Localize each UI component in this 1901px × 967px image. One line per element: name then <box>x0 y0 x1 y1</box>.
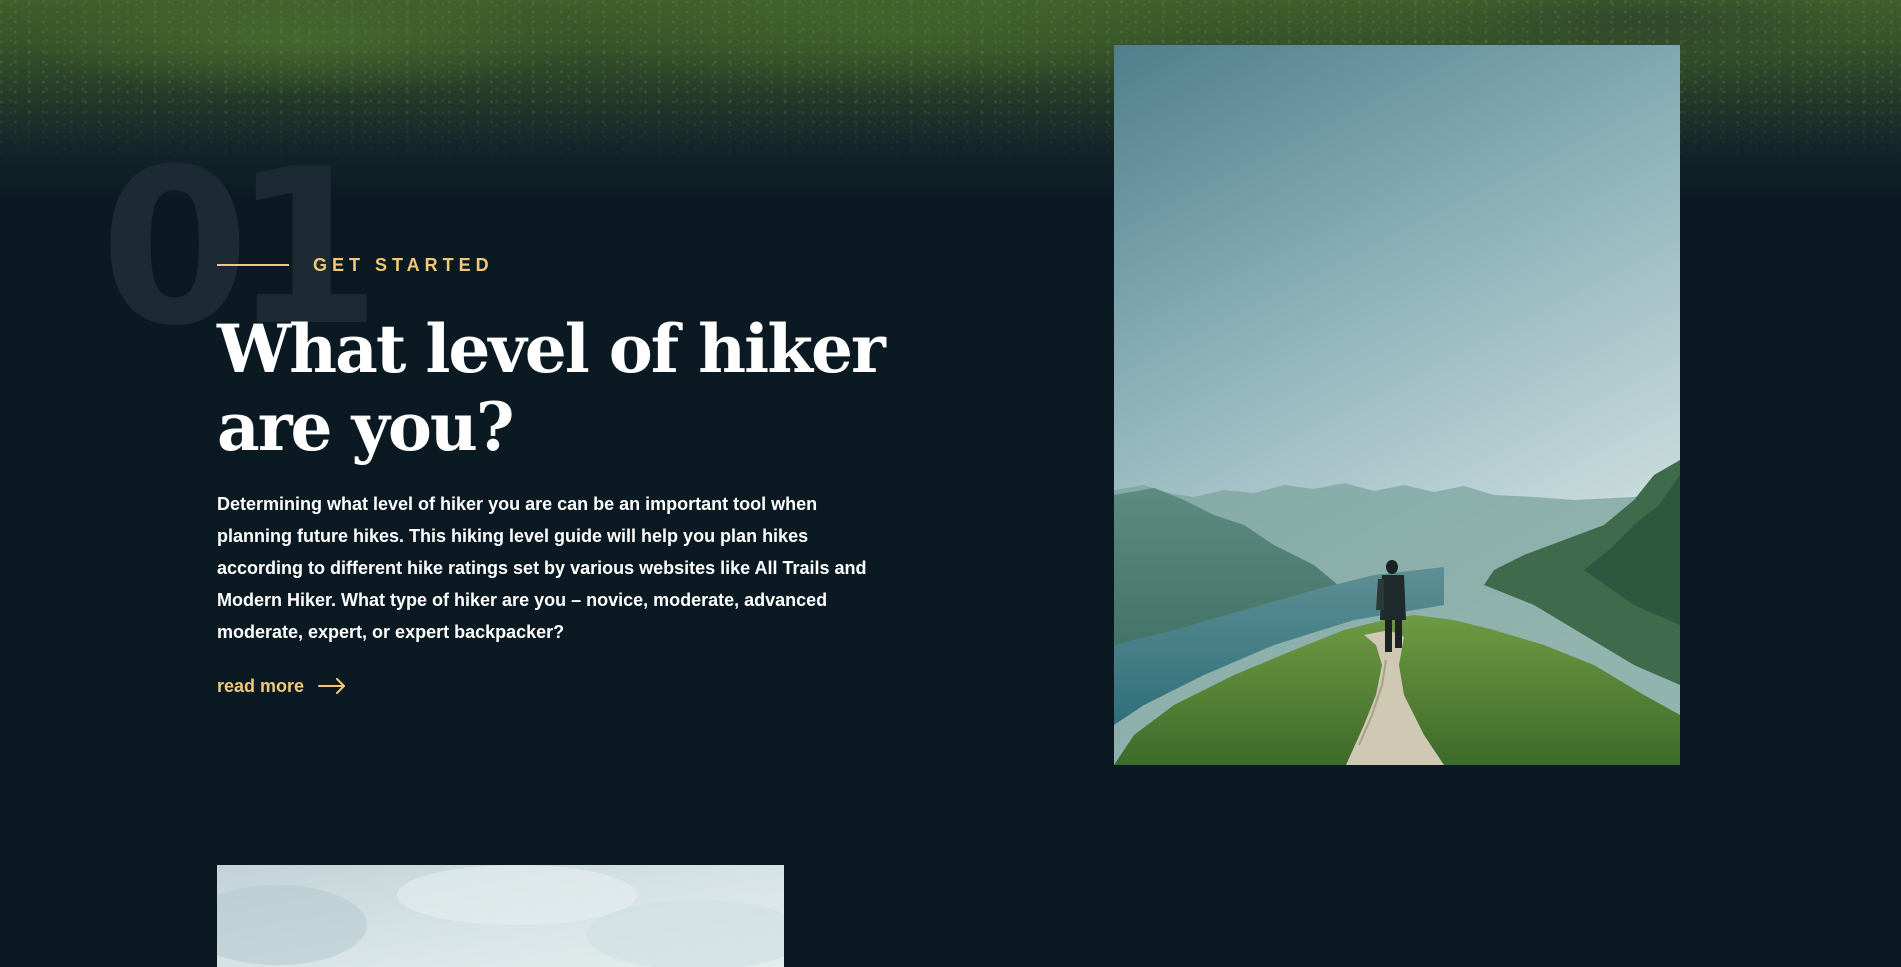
section-eyebrow: GET STARTED <box>217 253 494 277</box>
hiker-mountain-photo <box>1114 45 1680 765</box>
hiker-mountain-illustration <box>1114 45 1680 765</box>
arrow-right-icon <box>318 678 346 694</box>
cloudy-sky-illustration <box>217 865 784 967</box>
read-more-link[interactable]: read more <box>217 673 346 699</box>
next-section-photo <box>217 865 784 967</box>
read-more-label: read more <box>217 675 305 696</box>
section-description: Determining what level of hiker you are … <box>217 494 867 642</box>
eyebrow-divider-line <box>217 264 289 266</box>
eyebrow-label: GET STARTED <box>313 254 494 275</box>
section-title: What level of hiker are you? <box>217 310 886 466</box>
page: 01 GET STARTED What level of hiker are y… <box>0 0 1901 967</box>
